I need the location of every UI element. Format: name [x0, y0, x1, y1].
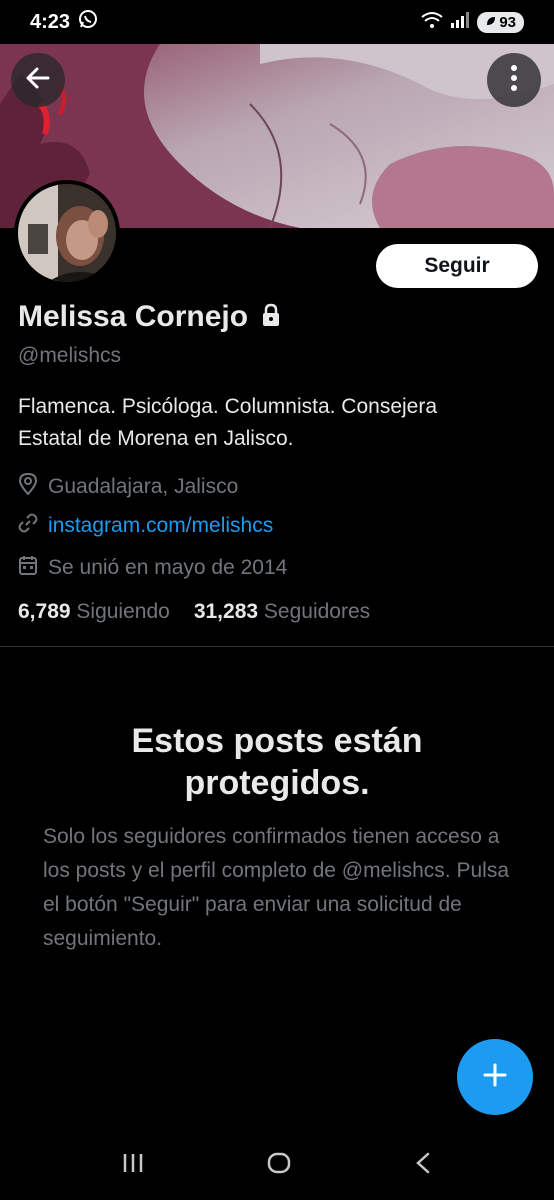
wifi-icon	[421, 11, 443, 34]
avatar-image	[18, 184, 116, 282]
more-options-button[interactable]	[487, 53, 541, 107]
followers-link[interactable]: 31,283 Seguidores	[194, 600, 370, 624]
battery-leaf-icon	[485, 14, 497, 31]
joined-text: Se unió en mayo de 2014	[48, 556, 288, 579]
follow-counts: 6,789 Siguiendo 31,283 Seguidores	[18, 600, 370, 624]
avatar[interactable]	[14, 180, 120, 286]
status-right: 93	[421, 11, 524, 34]
back-nav-icon[interactable]	[413, 1151, 433, 1180]
back-button[interactable]	[11, 53, 65, 107]
protected-body: Solo los seguidores confirmados tienen a…	[43, 825, 510, 950]
link-icon	[18, 513, 38, 539]
profile-name: Melissa Cornejo	[18, 300, 249, 333]
following-label: Siguiendo	[76, 600, 170, 623]
system-nav-bar	[0, 1130, 554, 1200]
protected-title-line-1: Estos posts están	[131, 722, 423, 760]
back-arrow-icon	[24, 64, 52, 97]
more-options-icon	[510, 64, 518, 96]
profile-bio: Flamenca. Psicóloga. Columnista. Conseje…	[18, 391, 538, 455]
protected-title: Estos posts están protegidos.	[40, 720, 514, 804]
location-text: Guadalajara, Jalisco	[48, 475, 239, 498]
plus-icon	[482, 1062, 508, 1093]
profile-handle: @melishcs	[18, 344, 122, 367]
name-row: Melissa Cornejo	[18, 300, 282, 334]
status-time: 4:23	[30, 10, 71, 33]
divider	[0, 646, 554, 647]
calendar-icon	[18, 555, 38, 581]
website-link[interactable]: instagram.com/melishcs	[48, 514, 273, 538]
battery-indicator: 93	[477, 11, 524, 33]
location-row: Guadalajara, Jalisco	[18, 472, 239, 501]
followers-count: 31,283	[193, 600, 259, 623]
location-icon	[18, 472, 38, 501]
status-left: 4:23	[30, 9, 98, 35]
bio-line-2: Estatal de Morena en Jalisco.	[18, 427, 294, 450]
joined-row: Se unió en mayo de 2014	[18, 555, 287, 581]
following-link[interactable]: 6,789 Siguiendo	[18, 600, 170, 624]
recents-icon[interactable]	[121, 1152, 145, 1179]
follow-button[interactable]: Seguir	[376, 244, 538, 288]
following-count: 6,789	[18, 600, 71, 623]
protected-title-line-2: protegidos.	[184, 764, 370, 802]
battery-level: 93	[499, 13, 516, 31]
compose-fab[interactable]	[457, 1039, 533, 1115]
whatsapp-icon	[78, 9, 98, 35]
website-row: instagram.com/melishcs	[18, 513, 273, 539]
signal-icon	[451, 11, 470, 33]
lock-icon	[260, 303, 282, 332]
status-bar: 4:23 93	[0, 0, 554, 44]
bio-line-1: Flamenca. Psicóloga. Columnista. Conseje…	[18, 395, 438, 418]
followers-label: Seguidores	[263, 600, 371, 623]
home-icon[interactable]	[266, 1150, 292, 1181]
